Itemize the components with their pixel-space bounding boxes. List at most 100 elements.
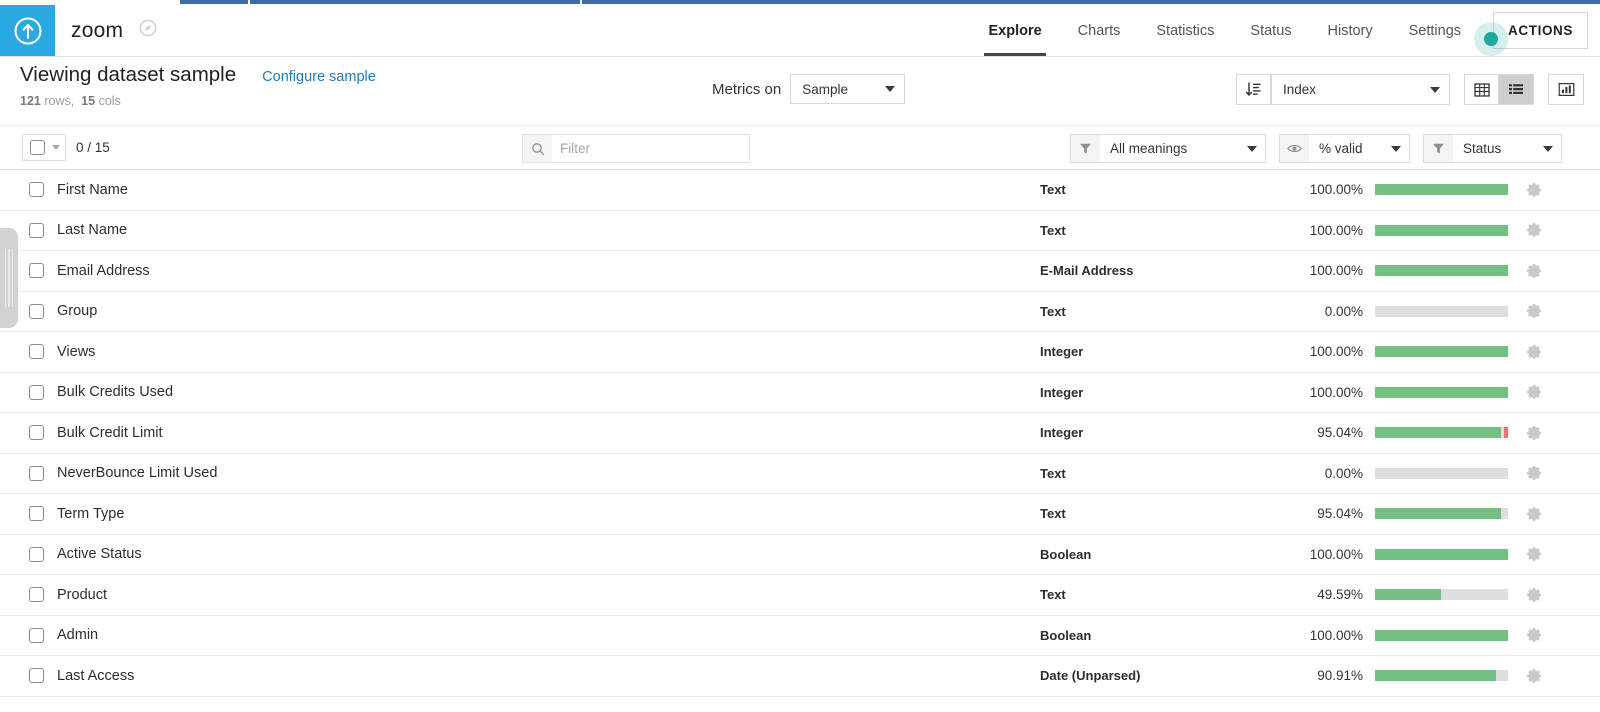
table-row[interactable]: Group Text 0.00% <box>0 292 1600 332</box>
valid-metric-button[interactable]: % valid <box>1309 135 1409 162</box>
table-row[interactable]: NeverBounce Limit Used Text 0.00% <box>0 454 1600 494</box>
list-drag-handle[interactable] <box>0 228 18 328</box>
actions-button[interactable]: ACTIONS <box>1493 12 1588 49</box>
chevron-down-icon <box>1543 145 1553 152</box>
validity-bar <box>1375 386 1508 398</box>
tab-explore-label: Explore <box>988 22 1042 39</box>
sort-ascending-icon[interactable] <box>1237 75 1271 104</box>
status-filter-button[interactable]: Status <box>1453 135 1561 162</box>
gear-icon[interactable] <box>1526 384 1542 400</box>
table-row[interactable]: Bulk Credit Limit Integer 95.04% <box>0 413 1600 454</box>
gear-icon[interactable] <box>1526 222 1542 238</box>
app-logo[interactable] <box>0 5 55 56</box>
row-checkbox[interactable] <box>29 506 44 522</box>
validity-bar <box>1375 305 1508 317</box>
title-block: Viewing dataset sample Configure sample … <box>20 63 376 108</box>
column-percent: 90.91% <box>1317 668 1363 684</box>
row-checkbox[interactable] <box>29 344 44 360</box>
sort-field-select[interactable]: Index <box>1271 75 1449 104</box>
table-row[interactable]: Active Status Boolean 100.00% <box>0 535 1600 575</box>
gear-icon[interactable] <box>1526 506 1542 522</box>
gear-icon[interactable] <box>1526 587 1542 603</box>
tab-history[interactable]: History <box>1310 5 1391 56</box>
row-checkbox[interactable] <box>29 263 44 279</box>
status-filter[interactable]: Status <box>1423 134 1562 163</box>
row-checkbox[interactable] <box>29 627 44 643</box>
gear-icon[interactable] <box>1526 303 1542 319</box>
app-header: zoom Explore Charts Statistics Status Hi… <box>0 5 1600 57</box>
validity-bar <box>1375 548 1508 560</box>
rows-count: 121 <box>20 94 41 108</box>
grip-line <box>11 249 14 307</box>
column-name: Admin <box>57 627 99 644</box>
column-percent: 95.04% <box>1317 506 1363 522</box>
chevron-down-icon <box>1430 86 1440 93</box>
view-tools: Index <box>1236 74 1584 105</box>
row-checkbox[interactable] <box>29 465 44 481</box>
table-row[interactable]: Admin Boolean 100.00% <box>0 616 1600 656</box>
gear-icon[interactable] <box>1526 627 1542 643</box>
column-percent: 49.59% <box>1317 587 1363 603</box>
list-view-icon[interactable] <box>1499 75 1533 104</box>
configure-sample-link[interactable]: Configure sample <box>262 69 376 85</box>
valid-metric-filter[interactable]: % valid <box>1279 134 1410 163</box>
column-name-cell: Term Type <box>0 506 1040 522</box>
tab-statistics[interactable]: Statistics <box>1138 5 1232 56</box>
rows-word: rows, <box>44 94 75 108</box>
column-name: Bulk Credits Used <box>57 384 174 401</box>
select-all-control[interactable] <box>22 134 66 161</box>
row-checkbox[interactable] <box>29 587 44 603</box>
chart-view-icon[interactable] <box>1549 75 1583 104</box>
grid-view-icon[interactable] <box>1465 75 1499 104</box>
gear-icon[interactable] <box>1526 546 1542 562</box>
column-type: Date (Unparsed) <box>1040 668 1141 684</box>
validity-bar-valid <box>1375 184 1508 196</box>
row-checkbox[interactable] <box>29 546 44 562</box>
table-row[interactable]: Views Integer 100.00% <box>0 332 1600 373</box>
table-row[interactable]: First Name Text 100.00% <box>0 170 1600 211</box>
gear-icon[interactable] <box>1526 182 1542 198</box>
filter-input[interactable] <box>552 135 749 162</box>
gear-icon[interactable] <box>1526 425 1542 441</box>
gear-icon[interactable] <box>1526 668 1542 684</box>
row-checkbox[interactable] <box>29 303 44 319</box>
validity-bar <box>1375 427 1508 439</box>
table-row[interactable]: Bulk Credits Used Integer 100.00% <box>0 373 1600 413</box>
row-checkbox[interactable] <box>29 384 44 400</box>
filter-search-box[interactable] <box>522 134 750 163</box>
meanings-filter-button[interactable]: All meanings <box>1100 135 1265 162</box>
gear-icon[interactable] <box>1526 465 1542 481</box>
table-row[interactable]: Last Access Date (Unparsed) 90.91% <box>0 656 1600 697</box>
tab-explore[interactable]: Explore <box>970 5 1059 56</box>
row-checkbox[interactable] <box>29 425 44 441</box>
validity-bar-valid <box>1375 670 1496 682</box>
row-checkbox[interactable] <box>29 222 44 238</box>
column-name-cell: Email Address <box>0 263 1040 279</box>
table-row[interactable]: Email Address E-Mail Address 100.00% <box>0 251 1600 292</box>
select-all-checkbox[interactable] <box>30 140 45 155</box>
table-row[interactable]: Term Type Text 95.04% <box>0 494 1600 535</box>
tab-charts[interactable]: Charts <box>1060 5 1139 56</box>
validity-bar-valid <box>1375 548 1508 560</box>
compass-badge-icon[interactable] <box>139 19 157 42</box>
grip-line <box>4 249 7 307</box>
tab-status[interactable]: Status <box>1232 5 1309 56</box>
funnel-icon <box>1424 135 1453 162</box>
validity-bar-valid <box>1375 386 1508 398</box>
column-name: First Name <box>57 181 128 198</box>
meanings-filter[interactable]: All meanings <box>1070 134 1266 163</box>
gear-icon[interactable] <box>1526 344 1542 360</box>
column-type: Text <box>1040 303 1066 319</box>
validity-bar <box>1375 224 1508 236</box>
chevron-down-icon[interactable] <box>52 145 60 150</box>
column-name-cell: Group <box>0 303 1040 319</box>
gear-icon[interactable] <box>1526 263 1542 279</box>
table-row[interactable]: Product Text 49.59% <box>0 575 1600 616</box>
table-row[interactable]: Last Name Text 100.00% <box>0 211 1600 251</box>
metrics-source-select[interactable]: Sample <box>790 74 906 104</box>
tab-settings[interactable]: Settings <box>1391 5 1479 56</box>
row-checkbox[interactable] <box>29 182 44 198</box>
column-name-cell: Active Status <box>0 546 1040 562</box>
row-checkbox[interactable] <box>29 668 44 684</box>
chart-view-group <box>1548 74 1584 105</box>
